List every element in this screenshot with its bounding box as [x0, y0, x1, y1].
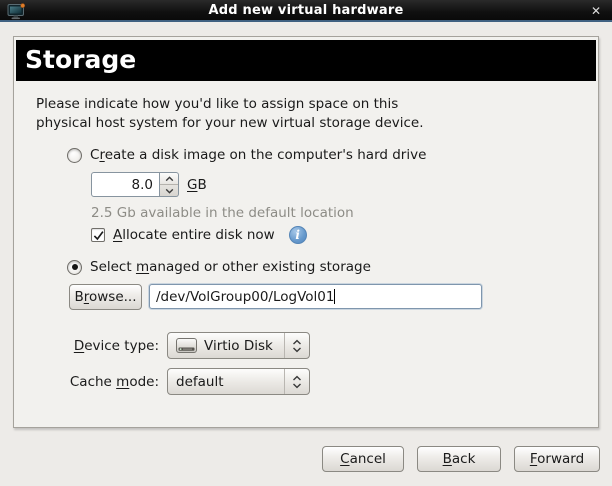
cancel-button[interactable]: Cancel	[322, 446, 404, 472]
forward-button[interactable]: Forward	[514, 446, 600, 472]
cancel-button-label: Cancel	[340, 451, 386, 467]
dropdown-chevrons-icon	[284, 369, 309, 394]
spin-up-icon[interactable]	[160, 173, 178, 185]
radio-select-managed-storage[interactable]: Select managed or other existing storage	[67, 259, 371, 275]
virt-manager-monitor-icon	[7, 3, 26, 24]
titlebar: Add new virtual hardware ✕	[0, 0, 612, 22]
device-type-row: Device type: Virtio Disk	[54, 332, 310, 359]
disk-size-value: 8.0	[132, 177, 153, 193]
intro-line-1: Please indicate how you'd like to assign…	[36, 95, 424, 114]
spin-down-icon[interactable]	[160, 185, 178, 196]
page-title: Storage	[16, 40, 596, 81]
dropdown-chevrons-icon	[284, 333, 309, 358]
cache-mode-label: Cache mode:	[54, 374, 159, 390]
disk-size-spinner	[160, 172, 179, 197]
available-space-note: 2.5 Gb available in the default location	[91, 205, 354, 221]
radio-create-disk-image[interactable]: Create a disk image on the computer's ha…	[67, 147, 426, 163]
radio-create-label: Create a disk image on the computer's ha…	[90, 147, 426, 163]
browse-button[interactable]: Browse...	[69, 284, 142, 310]
close-icon[interactable]: ✕	[591, 3, 601, 19]
cache-mode-select[interactable]: default	[167, 368, 310, 395]
allocate-disk-checkbox-row[interactable]: Allocate entire disk now i	[91, 226, 307, 244]
wizard-footer: Cancel Back Forward	[322, 446, 600, 472]
disk-size-input[interactable]: 8.0	[91, 172, 160, 197]
device-type-label: Device type:	[54, 338, 159, 354]
back-button-label: Back	[443, 451, 476, 467]
device-type-select[interactable]: Virtio Disk	[167, 332, 310, 359]
cache-mode-value: default	[176, 374, 284, 390]
radio-button-icon[interactable]	[67, 148, 82, 163]
disk-size-row: 8.0 GB	[91, 172, 207, 197]
forward-button-label: Forward	[530, 451, 584, 467]
text-caret	[334, 289, 335, 304]
size-unit-label: GB	[187, 177, 207, 193]
radio-button-selected-icon[interactable]	[67, 260, 82, 275]
hard-disk-icon	[176, 338, 197, 353]
browse-button-label: Browse...	[74, 289, 136, 305]
info-icon[interactable]: i	[289, 226, 307, 244]
window-title: Add new virtual hardware	[0, 3, 612, 18]
storage-wizard-panel: Storage Please indicate how you'd like t…	[13, 36, 599, 428]
checkbox-checked-icon[interactable]	[91, 228, 105, 242]
allocate-label: Allocate entire disk now	[113, 227, 275, 243]
back-button[interactable]: Back	[417, 446, 501, 472]
device-type-value: Virtio Disk	[204, 338, 284, 354]
radio-managed-label: Select managed or other existing storage	[90, 259, 371, 275]
storage-path-value: /dev/VolGroup00/LogVol01	[156, 289, 334, 305]
storage-path-input[interactable]: /dev/VolGroup00/LogVol01	[149, 284, 482, 309]
cache-mode-row: Cache mode: default	[54, 368, 310, 395]
intro-text: Please indicate how you'd like to assign…	[36, 95, 424, 133]
intro-line-2: physical host system for your new virtua…	[36, 114, 424, 133]
